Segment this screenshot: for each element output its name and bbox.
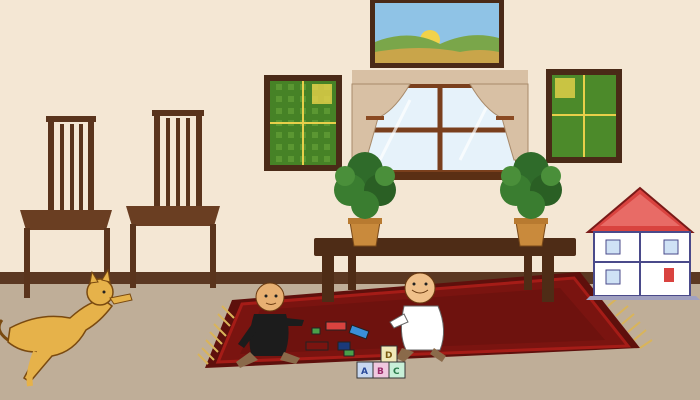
scene-canvas: A B C D (0, 0, 700, 400)
svg-text:D: D (385, 351, 392, 361)
living-room-scene: A B C D (0, 0, 700, 400)
svg-text:B: B (377, 367, 384, 377)
svg-text:C: C (393, 367, 400, 377)
svg-text:A: A (361, 367, 368, 377)
block-d: D (380, 345, 398, 363)
block-b: B (372, 361, 390, 379)
block-c: C (388, 361, 406, 379)
left-window (264, 75, 342, 171)
landscape-painting (370, 0, 504, 68)
right-window (546, 69, 622, 163)
block-a: A (356, 361, 374, 379)
